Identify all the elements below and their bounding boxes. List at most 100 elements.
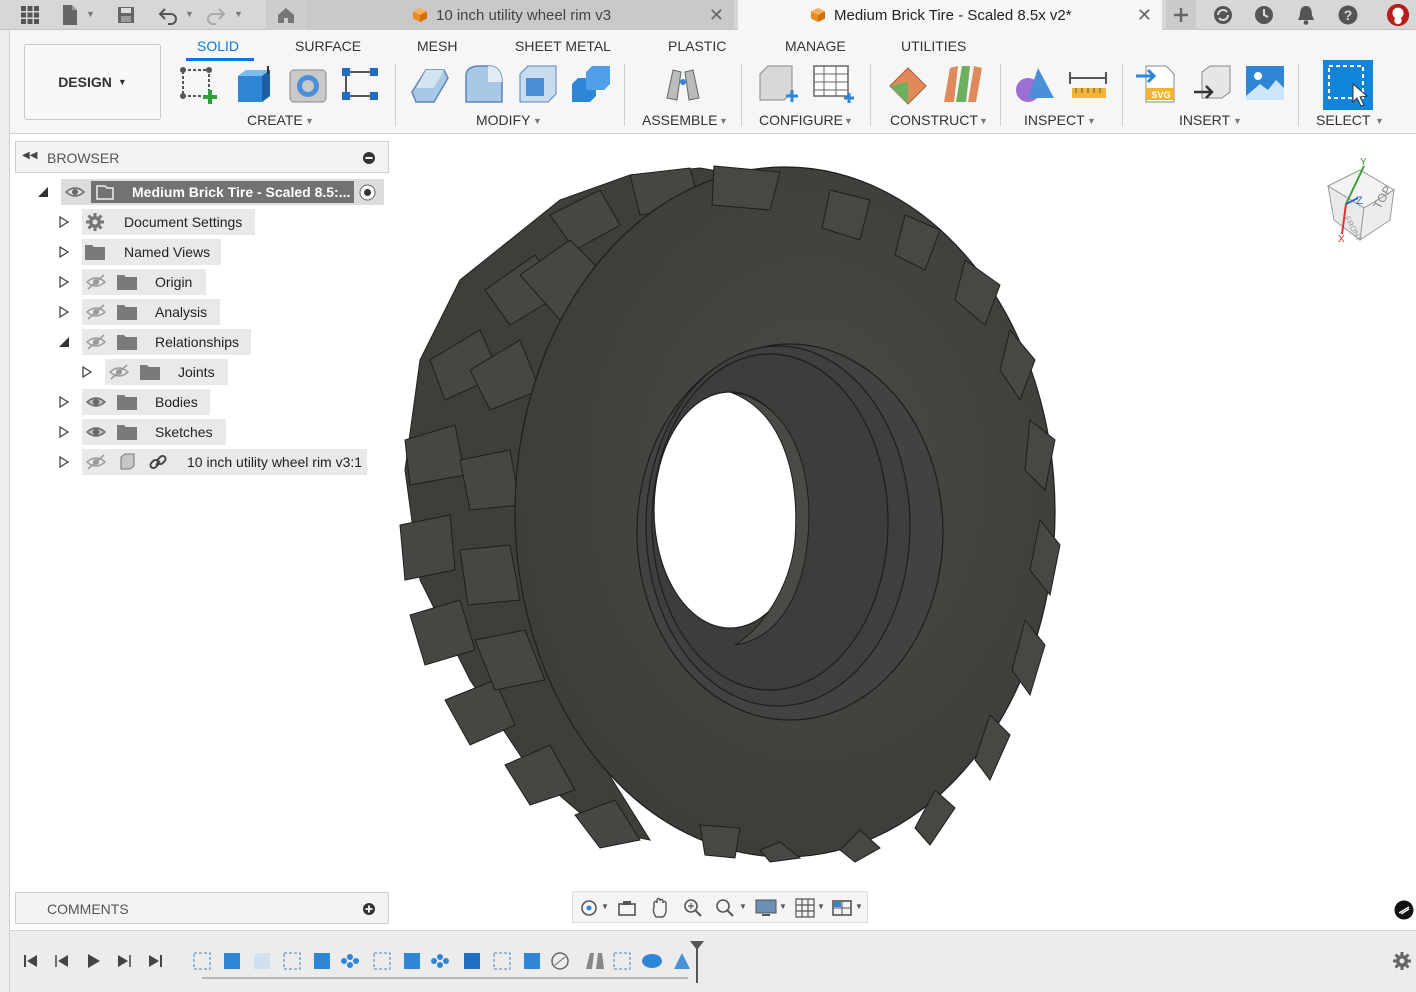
- collapsed-triangle-icon[interactable]: [58, 216, 70, 228]
- orbit-icon[interactable]: [579, 898, 599, 918]
- expanded-triangle-icon[interactable]: [58, 336, 70, 348]
- modify-group-label[interactable]: MODIFY: [476, 112, 530, 128]
- pattern-icon[interactable]: [338, 62, 382, 106]
- extrude-feature-icon[interactable]: [524, 953, 540, 969]
- press-pull-icon[interactable]: [408, 62, 452, 106]
- tab-wheel-rim[interactable]: 10 inch utility wheel rim v3 ✕: [306, 0, 734, 30]
- chevron-down-icon[interactable]: ▼: [1087, 116, 1096, 126]
- help-icon[interactable]: ?: [1336, 3, 1360, 27]
- notification-bell-icon[interactable]: [1294, 3, 1318, 27]
- undo-icon[interactable]: [156, 3, 180, 27]
- timeline-settings-gear-icon[interactable]: [1392, 951, 1412, 971]
- display-settings-icon[interactable]: [755, 898, 777, 918]
- collapse-panel-icon[interactable]: ◀◀: [22, 150, 37, 161]
- insert-group-label[interactable]: INSERT: [1179, 112, 1230, 128]
- configuration-table-icon[interactable]: [810, 62, 854, 106]
- revolve-icon[interactable]: [286, 62, 330, 106]
- tab-mesh[interactable]: MESH: [417, 38, 457, 54]
- tab-manage[interactable]: MANAGE: [785, 38, 846, 54]
- hidden-eye-icon[interactable]: [85, 332, 107, 352]
- configure-group-label[interactable]: CONFIGURE: [759, 112, 843, 128]
- tab-solid[interactable]: SOLID: [197, 38, 239, 54]
- configure-model-icon[interactable]: [756, 62, 800, 106]
- collapsed-triangle-icon[interactable]: [58, 396, 70, 408]
- look-at-icon[interactable]: [617, 898, 637, 918]
- section-feature-icon[interactable]: [674, 953, 690, 969]
- collapsed-triangle-icon[interactable]: [81, 366, 93, 378]
- create-sketch-icon[interactable]: [178, 62, 222, 106]
- select-group-label[interactable]: SELECT: [1316, 112, 1370, 128]
- section-analysis-icon[interactable]: [1014, 62, 1058, 106]
- grid-menu-chevron-icon[interactable]: ▼: [817, 902, 825, 911]
- collapsed-triangle-icon[interactable]: [58, 426, 70, 438]
- collapsed-triangle-icon[interactable]: [58, 306, 70, 318]
- file-menu-chevron-icon[interactable]: ▼: [86, 9, 95, 19]
- extrude-feature-icon[interactable]: [224, 953, 240, 969]
- hidden-eye-icon[interactable]: [85, 452, 107, 472]
- user-avatar-icon[interactable]: [1386, 3, 1410, 27]
- sketch-feature-icon[interactable]: [283, 952, 301, 970]
- extrude-icon[interactable]: [232, 62, 276, 106]
- joint-icon[interactable]: [661, 62, 705, 106]
- tire-3d-model[interactable]: [390, 150, 1080, 870]
- tab-utilities[interactable]: UTILITIES: [901, 38, 966, 54]
- step-forward-icon[interactable]: [115, 952, 133, 970]
- combine-feature-icon[interactable]: [551, 952, 569, 970]
- chevron-down-icon[interactable]: ▼: [719, 116, 728, 126]
- minimize-panel-icon[interactable]: [362, 151, 376, 165]
- new-tab-icon[interactable]: [1166, 0, 1196, 30]
- viewports-menu-chevron-icon[interactable]: ▼: [855, 902, 863, 911]
- visibility-eye-icon[interactable]: [85, 392, 107, 412]
- pattern-feature-icon[interactable]: [341, 954, 359, 968]
- assemble-group-label[interactable]: ASSEMBLE: [642, 112, 717, 128]
- measure-icon[interactable]: [1066, 62, 1110, 106]
- orbit-menu-chevron-icon[interactable]: ▼: [601, 902, 609, 911]
- save-icon[interactable]: [114, 3, 138, 27]
- box-feature-icon[interactable]: [464, 953, 480, 969]
- select-window-icon[interactable]: [1323, 60, 1373, 110]
- grid-icon[interactable]: [795, 898, 815, 918]
- sketch-feature-icon[interactable]: [613, 952, 631, 970]
- job-status-icon[interactable]: [1211, 3, 1235, 27]
- chevron-down-icon[interactable]: ▼: [533, 116, 542, 126]
- zoom-menu-chevron-icon[interactable]: ▼: [739, 902, 747, 911]
- combine-icon[interactable]: [570, 62, 614, 106]
- tab-brick-tire[interactable]: Medium Brick Tire - Scaled 8.5x v2* ✕: [738, 0, 1162, 30]
- joint-feature-icon[interactable]: [586, 953, 604, 969]
- midplane-icon[interactable]: [940, 62, 984, 106]
- chevron-down-icon[interactable]: ▼: [1233, 116, 1242, 126]
- view-cube[interactable]: TOP FRONT X Y Z: [1320, 152, 1408, 244]
- redo-icon[interactable]: [204, 3, 228, 27]
- offset-plane-icon[interactable]: [886, 62, 930, 106]
- play-icon[interactable]: [84, 952, 102, 970]
- construct-group-label[interactable]: CONSTRUCT: [890, 112, 978, 128]
- fillet-feature-icon[interactable]: [254, 953, 270, 969]
- history-icon[interactable]: [1252, 3, 1276, 27]
- collapsed-triangle-icon[interactable]: [58, 276, 70, 288]
- chevron-down-icon[interactable]: ▼: [844, 116, 853, 126]
- shell-icon[interactable]: [516, 62, 560, 106]
- go-to-end-icon[interactable]: [146, 952, 164, 970]
- close-icon[interactable]: ✕: [1137, 5, 1152, 26]
- redo-menu-chevron-icon[interactable]: ▼: [234, 9, 243, 19]
- workspace-switcher-button[interactable]: DESIGN ▼: [24, 44, 161, 120]
- chevron-down-icon[interactable]: ▼: [305, 116, 314, 126]
- revolve-feature-icon[interactable]: [642, 954, 662, 968]
- pattern-feature-icon[interactable]: [431, 954, 449, 968]
- add-comment-icon[interactable]: [362, 902, 376, 916]
- visibility-eye-icon[interactable]: [64, 182, 86, 202]
- undo-menu-chevron-icon[interactable]: ▼: [185, 9, 194, 19]
- fillet-icon[interactable]: [462, 62, 506, 106]
- viewports-icon[interactable]: [832, 898, 852, 918]
- insert-derive-icon[interactable]: [1190, 62, 1234, 106]
- chevron-down-icon[interactable]: ▼: [979, 116, 988, 126]
- tab-surface[interactable]: SURFACE: [295, 38, 361, 54]
- comments-panel-header[interactable]: COMMENTS: [15, 892, 389, 924]
- canvas-icon[interactable]: [1244, 62, 1288, 106]
- collapsed-triangle-icon[interactable]: [58, 456, 70, 468]
- zoom-window-icon[interactable]: [715, 898, 735, 918]
- sketch-feature-icon[interactable]: [493, 952, 511, 970]
- expanded-triangle-icon[interactable]: [37, 186, 49, 198]
- close-icon[interactable]: ✕: [709, 5, 724, 26]
- go-to-start-icon[interactable]: [22, 952, 40, 970]
